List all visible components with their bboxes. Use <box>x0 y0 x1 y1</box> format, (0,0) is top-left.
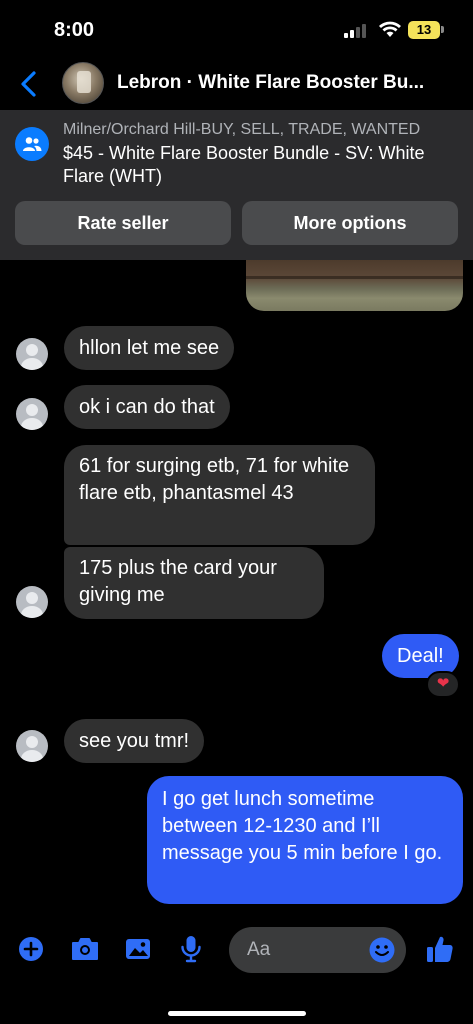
incoming-message[interactable]: 175 plus the card your giving me <box>64 547 324 619</box>
microphone-icon[interactable] <box>176 934 206 964</box>
chevron-left-icon[interactable] <box>16 70 42 98</box>
emoji-icon[interactable] <box>368 936 396 964</box>
sender-avatar[interactable] <box>16 586 48 618</box>
more-options-button[interactable]: More options <box>242 201 458 245</box>
image-icon[interactable] <box>123 934 153 964</box>
message-composer: Aa <box>0 918 473 1024</box>
incoming-message[interactable]: 61 for surging etb, 71 for white flare e… <box>64 445 375 545</box>
incoming-message[interactable]: see you tmr! <box>64 719 205 763</box>
sender-avatar[interactable] <box>16 730 48 762</box>
home-indicator[interactable] <box>168 1011 306 1016</box>
battery-indicator: 13 <box>408 21 440 39</box>
plus-icon[interactable] <box>16 934 46 964</box>
rate-seller-button[interactable]: Rate seller <box>15 201 231 245</box>
thumbs-up-icon[interactable] <box>425 934 455 964</box>
conversation-header: Lebron · White Flare Booster Bu... <box>0 58 473 110</box>
message-input-placeholder: Aa <box>247 939 271 960</box>
camera-icon[interactable] <box>70 934 100 964</box>
battery-tip <box>441 26 444 33</box>
sender-avatar[interactable] <box>16 398 48 430</box>
marketplace-listing-card: Milner/Orchard Hill-BUY, SELL, TRADE, WA… <box>0 110 473 260</box>
image-message[interactable] <box>246 260 463 311</box>
group-icon <box>15 127 49 161</box>
heart-reaction-icon[interactable]: ❤ <box>426 671 460 698</box>
listing-item-title[interactable]: $45 - White Flare Booster Bundle - SV: W… <box>63 142 463 188</box>
incoming-message[interactable]: ok i can do that <box>64 385 230 429</box>
conversation-title[interactable]: Lebron · White Flare Booster Bu... <box>117 72 457 94</box>
listing-group-name[interactable]: Milner/Orchard Hill-BUY, SELL, TRADE, WA… <box>63 121 420 139</box>
wifi-icon <box>379 21 401 37</box>
outgoing-message[interactable]: I go get lunch sometime between 12-1230 … <box>147 776 463 904</box>
cellular-signal-icon <box>344 24 366 38</box>
status-time: 8:00 <box>54 19 95 41</box>
status-bar: 8:00 13 <box>0 0 473 60</box>
message-input[interactable]: Aa <box>229 927 406 973</box>
contact-avatar[interactable] <box>62 62 104 104</box>
sender-avatar[interactable] <box>16 338 48 370</box>
incoming-message[interactable]: hllon let me see <box>64 326 235 370</box>
